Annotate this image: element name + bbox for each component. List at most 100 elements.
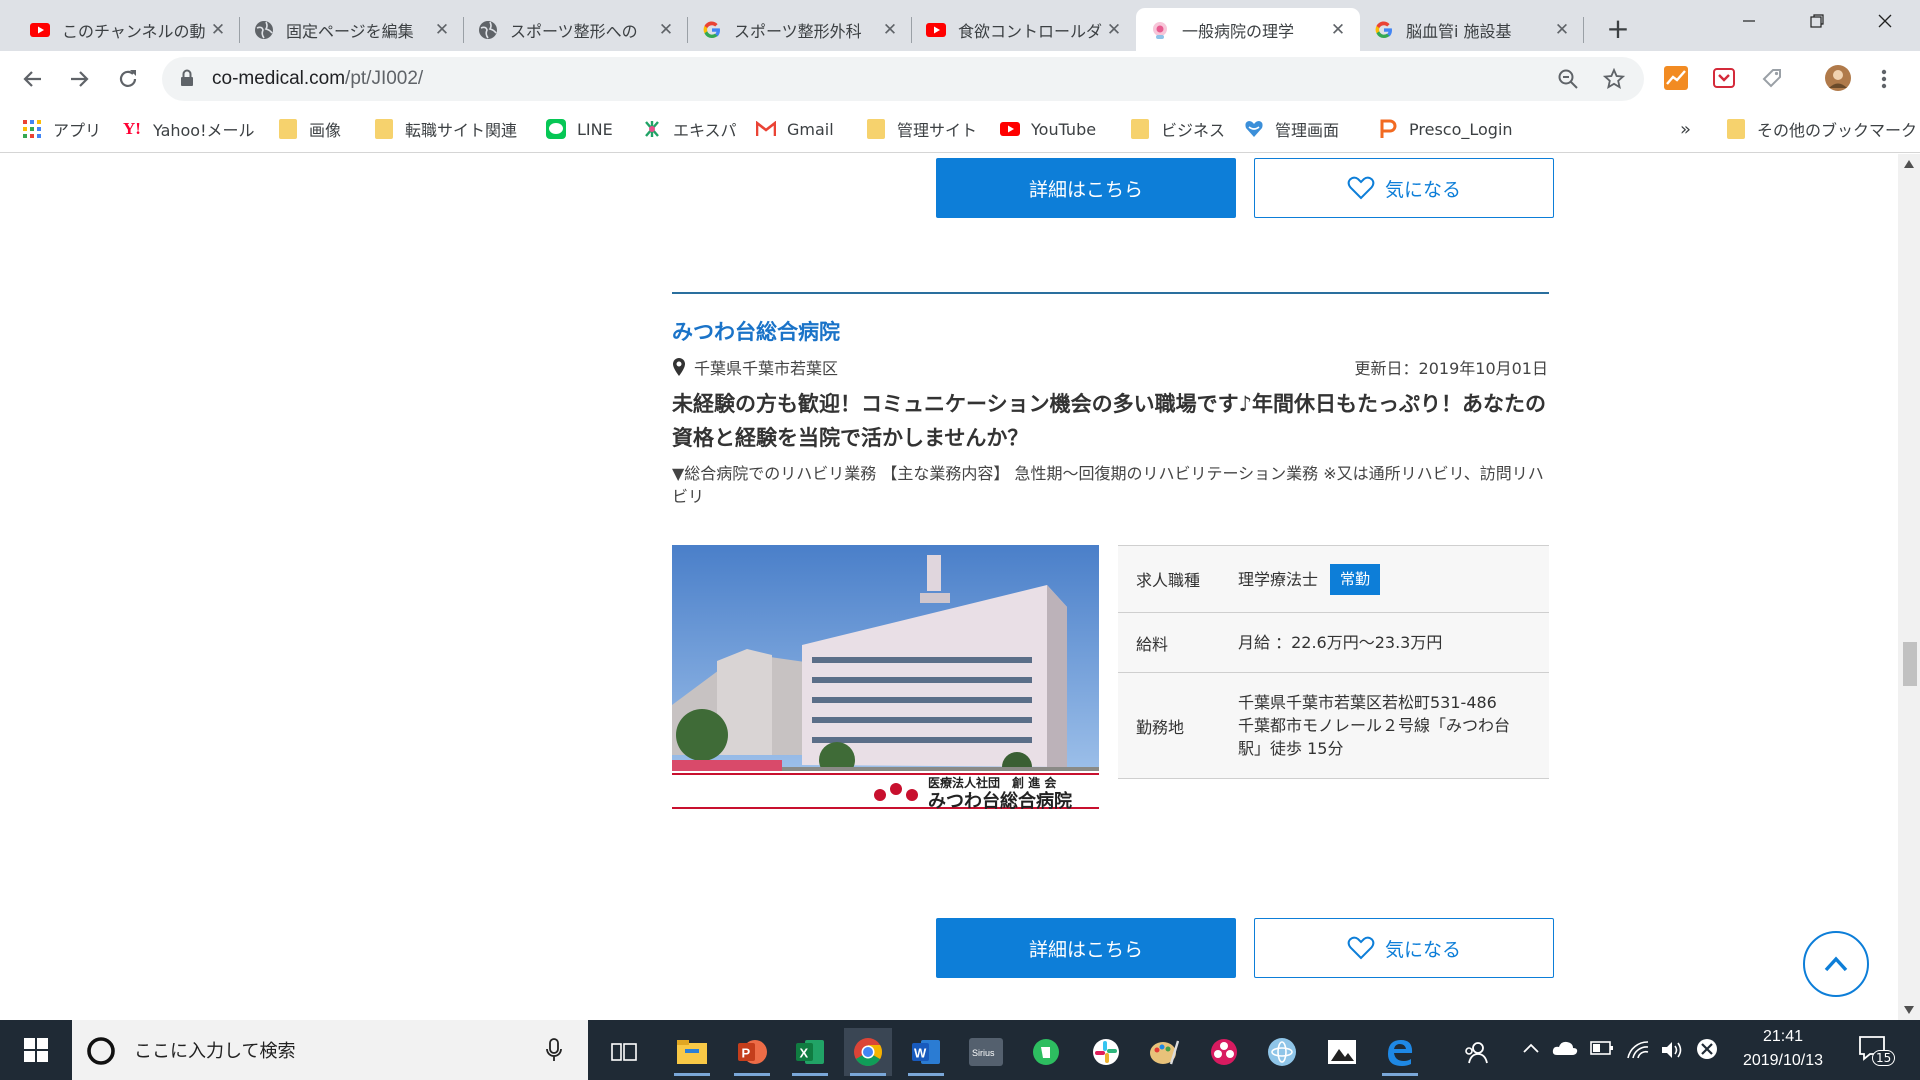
bookmark-line[interactable]: LINE: [546, 116, 613, 142]
electron-app-icon[interactable]: [1258, 1028, 1306, 1076]
bookmark-apps[interactable]: アプリ: [22, 116, 101, 142]
photos-icon[interactable]: [1318, 1028, 1366, 1076]
page-content: 詳細はこちら 気になる みつわ台総合病院 千葉県千葉市若葉区 更新日：2019年…: [0, 154, 1898, 1020]
menu-button[interactable]: [1864, 59, 1904, 99]
bookmark-other[interactable]: その他のブックマーク: [1726, 116, 1917, 142]
reload-button[interactable]: [108, 59, 148, 99]
tab-3[interactable]: スポーツ整形への ✕: [464, 8, 688, 51]
bookmark-yahoo-mail[interactable]: Y! Yahoo!メール: [122, 116, 255, 142]
tab-5[interactable]: 食欲コントロールダ ✕: [912, 8, 1136, 51]
bookmarks-overflow-button[interactable]: »: [1680, 116, 1691, 142]
file-explorer-icon[interactable]: [668, 1028, 716, 1076]
bookmark-admin-screen[interactable]: 管理画面: [1244, 116, 1339, 142]
taskbar-search-box[interactable]: ここに入力して検索: [72, 1020, 588, 1080]
excel-icon[interactable]: X: [786, 1028, 834, 1076]
pocket-extension-icon[interactable]: [1710, 64, 1738, 92]
microphone-icon[interactable]: [546, 1038, 562, 1062]
battery-icon[interactable]: [1590, 1040, 1614, 1061]
tag-extension-icon[interactable]: [1758, 64, 1786, 92]
youtube-icon: [1000, 119, 1020, 139]
bookmark-job-sites[interactable]: 転職サイト関連: [374, 116, 517, 142]
bookmark-business[interactable]: ビジネス: [1130, 116, 1225, 142]
favorite-button[interactable]: 気になる: [1254, 918, 1554, 978]
bookmark-youtube[interactable]: YouTube: [1000, 116, 1096, 142]
bookmark-images[interactable]: 画像: [278, 116, 341, 142]
bookmark-ekispa[interactable]: エキスパ: [642, 116, 737, 142]
bookmark-label: 画像: [309, 121, 342, 140]
bookmark-presco-login[interactable]: Presco_Login: [1378, 116, 1513, 142]
action-center-button[interactable]: 15: [1858, 1034, 1896, 1067]
onedrive-icon[interactable]: [1552, 1040, 1578, 1061]
close-icon[interactable]: ✕: [1552, 20, 1572, 40]
close-icon[interactable]: ✕: [880, 20, 900, 40]
wifi-icon[interactable]: [1626, 1040, 1650, 1065]
clock-time: 21:41: [1762, 1028, 1804, 1045]
search-placeholder: ここに入力して検索: [134, 1041, 296, 1062]
taskbar-clock[interactable]: 21:41 2019/10/13: [1718, 1025, 1848, 1073]
hospital-name-link[interactable]: みつわ台総合病院: [672, 316, 840, 346]
bookmark-admin-sites[interactable]: 管理サイト: [866, 116, 977, 142]
close-icon[interactable]: ✕: [208, 20, 228, 40]
sirius-icon[interactable]: Sirius: [962, 1028, 1010, 1076]
tab-7[interactable]: 脳血管i 施設基 ✕: [1360, 8, 1584, 51]
close-icon[interactable]: ✕: [1328, 20, 1348, 40]
back-button[interactable]: [12, 59, 52, 99]
disconnect-icon[interactable]: [1696, 1038, 1718, 1065]
job-catchphrase: 未経験の方も歓迎！コミュニケーション機会の多い職場です♪年間休日もたっぷり！あな…: [672, 392, 1546, 450]
tab-title: 脳血管i 施設基: [1406, 21, 1512, 41]
volume-icon[interactable]: [1660, 1040, 1684, 1065]
close-window-button[interactable]: [1850, 0, 1920, 42]
svg-text:P: P: [742, 1046, 751, 1061]
powerpoint-icon[interactable]: P: [728, 1028, 776, 1076]
bookmark-label: ビジネス: [1161, 121, 1226, 140]
heart-shield-icon: [1244, 119, 1264, 139]
paint-icon[interactable]: [1140, 1028, 1188, 1076]
tab-6-active[interactable]: 一般病院の理学 ✕: [1136, 8, 1360, 51]
new-tab-button[interactable]: +: [1600, 10, 1636, 46]
star-icon[interactable]: [1602, 67, 1626, 91]
slack-icon[interactable]: [1082, 1028, 1130, 1076]
scroll-down-arrow-icon[interactable]: [1904, 1006, 1914, 1014]
address-bar[interactable]: co-medical.com/pt/JI002/: [162, 57, 1644, 101]
updated-date: 更新日：2019年10月01日: [1354, 359, 1548, 378]
close-icon[interactable]: ✕: [432, 20, 452, 40]
restore-button[interactable]: [1782, 0, 1852, 42]
close-icon[interactable]: ✕: [1104, 20, 1124, 40]
folder-icon: [1726, 119, 1746, 139]
task-view-icon[interactable]: [600, 1028, 648, 1076]
cortana-icon: [87, 1037, 115, 1065]
ekispa-icon: [642, 119, 662, 139]
workplace-address: 千葉県千葉市若葉区若松町531-486: [1238, 693, 1497, 712]
people-icon[interactable]: [1452, 1028, 1500, 1076]
tab-separator: [1583, 17, 1584, 43]
forward-button[interactable]: [60, 59, 100, 99]
avatar[interactable]: [1824, 64, 1852, 92]
url-domain: co-medical.com: [212, 68, 346, 89]
scroll-to-top-button[interactable]: [1803, 931, 1869, 997]
evernote-icon[interactable]: [1022, 1028, 1070, 1076]
tab-2[interactable]: 固定ページを編集 ✕: [240, 8, 464, 51]
start-button[interactable]: [0, 1020, 72, 1080]
chevron-up-icon[interactable]: [1522, 1038, 1540, 1059]
chrome-icon[interactable]: [844, 1028, 892, 1076]
edge-icon[interactable]: [1376, 1028, 1424, 1076]
minimize-button[interactable]: [1714, 0, 1784, 42]
close-icon[interactable]: ✕: [656, 20, 676, 40]
scroll-up-arrow-icon[interactable]: [1904, 160, 1914, 168]
salary-value: 月給 ：22.6万円～23.3万円: [1238, 633, 1443, 652]
lock-icon: [180, 69, 194, 91]
favorite-button[interactable]: 気になる: [1254, 158, 1554, 218]
detail-button[interactable]: 詳細はこちら: [936, 158, 1236, 218]
bookmark-gmail[interactable]: Gmail: [756, 116, 834, 142]
svg-text:X: X: [800, 1046, 809, 1061]
word-icon[interactable]: W: [902, 1028, 950, 1076]
scrollbar-thumb[interactable]: [1903, 642, 1917, 686]
tab-4[interactable]: スポーツ整形外科 ✕: [688, 8, 912, 51]
tab-1[interactable]: このチャンネルの動 ✕: [16, 8, 240, 51]
flower-app-icon[interactable]: [1200, 1028, 1248, 1076]
zoom-icon[interactable]: [1556, 67, 1580, 91]
scrollbar[interactable]: [1898, 154, 1920, 1020]
analytics-extension-icon[interactable]: [1662, 64, 1690, 92]
detail-button[interactable]: 詳細はこちら: [936, 918, 1236, 978]
bookmark-label: 管理サイト: [897, 121, 978, 140]
